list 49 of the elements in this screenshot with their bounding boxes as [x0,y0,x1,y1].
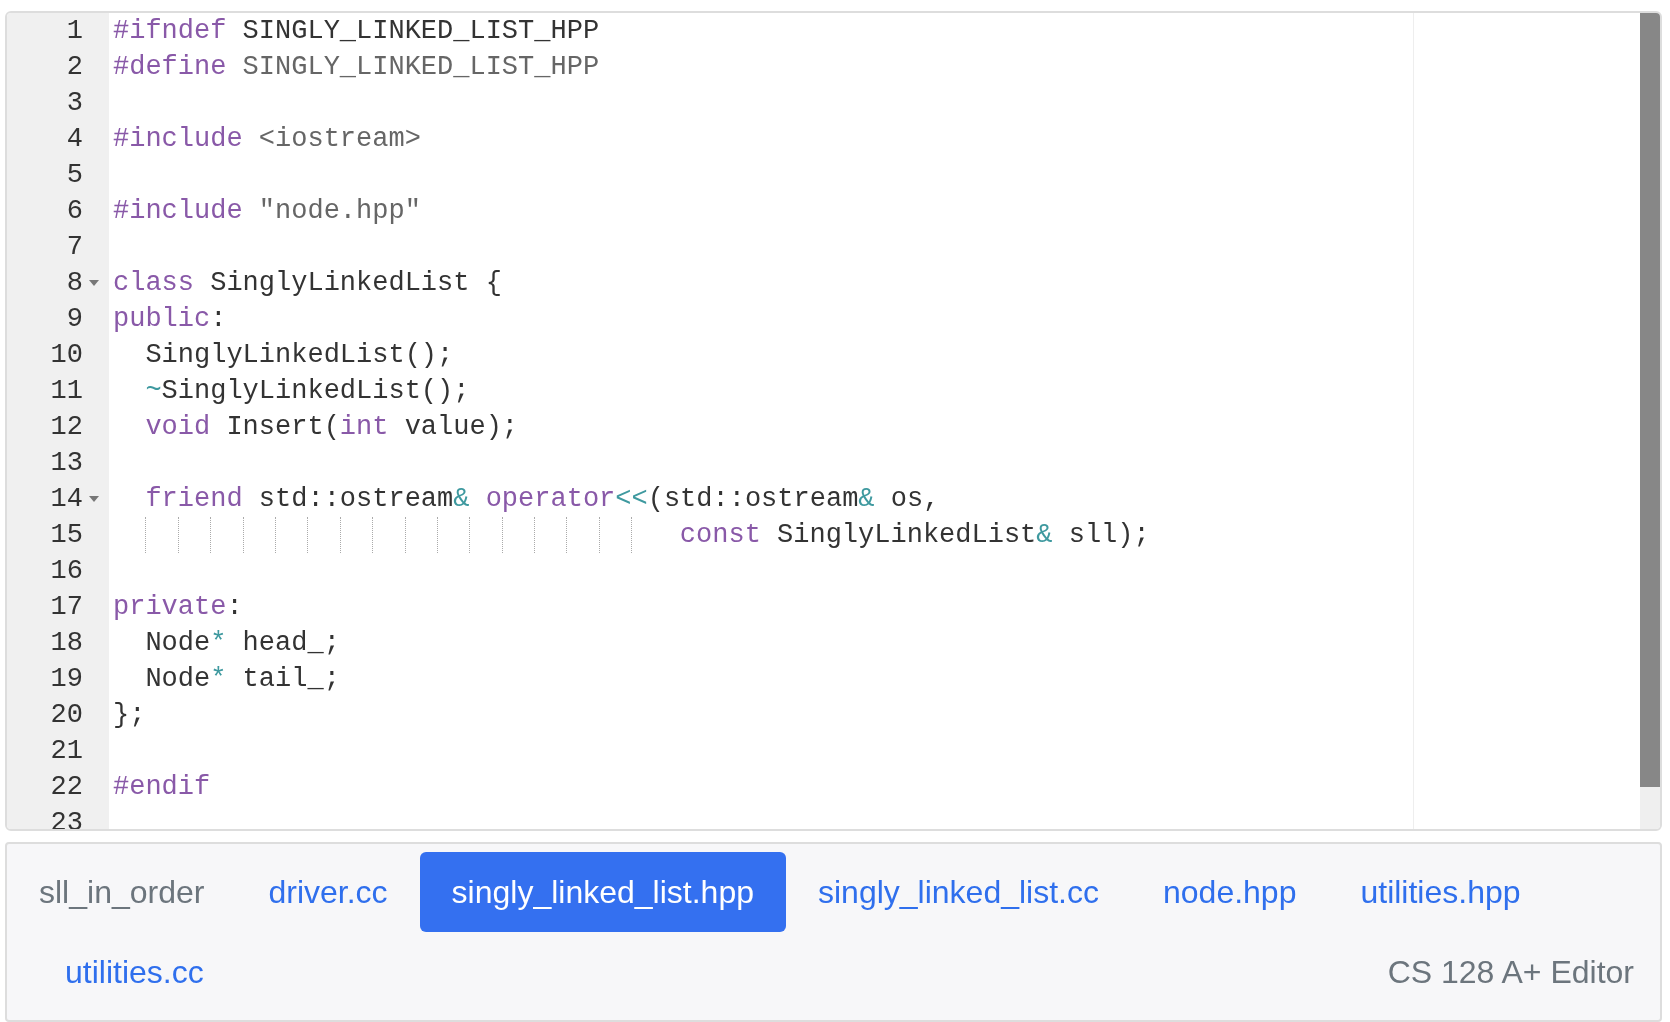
line-number: 14 [50,483,83,516]
file-tab[interactable]: singly_linked_list.cc [785,852,1131,932]
file-tab[interactable]: utilities.hpp [1328,852,1553,932]
line-number: 5 [66,159,83,192]
line-number: 19 [50,663,83,696]
line-number: 13 [50,447,83,480]
code-line: private: [112,591,243,624]
line-number: 17 [50,591,83,624]
line-number: 10 [50,339,83,372]
file-tab[interactable]: driver.cc [236,852,420,932]
code-line: friend std::ostream& operator<<(std::ostream& os, [144,483,940,516]
code-line: }; [112,699,146,732]
line-number: 9 [66,303,83,336]
code-line: void Insert(int value); [144,411,519,444]
code-line: class SinglyLinkedList { [112,267,502,300]
line-number: 21 [50,735,83,768]
line-number: 16 [50,555,83,588]
file-tab[interactable]: singly_linked_list.hpp [419,852,786,932]
line-number: 20 [50,699,83,732]
project-name: sll_in_order [38,873,206,912]
code-line: #ifndef SINGLY_LINKED_LIST_HPP [112,15,600,48]
line-number: 22 [50,771,83,804]
code-line: ~SinglyLinkedList(); [144,375,470,408]
code-line: public: [112,303,227,336]
code-line: SinglyLinkedList(); [144,339,454,372]
file-tab[interactable]: utilities.cc [33,932,236,1012]
line-number: 4 [66,123,83,156]
code-line: Node* tail_; [144,663,340,696]
line-number: 2 [66,51,83,84]
line-number: 3 [66,87,83,120]
fold-caret-icon[interactable] [87,279,101,287]
line-number: 7 [66,231,83,264]
code-line: #endif [112,771,211,804]
line-number: 12 [50,411,83,444]
code-line: const SinglyLinkedList& sll); [109,517,1150,553]
code-line: Node* head_; [144,627,340,660]
line-number: 1 [66,15,83,48]
line-number: 6 [66,195,83,228]
code-line: #include "node.hpp" [112,195,421,228]
line-number: 18 [50,627,83,660]
editor-title: CS 128 A+ Editor [1387,953,1634,992]
code-editor[interactable] [5,11,1662,831]
code-line: #define SINGLY_LINKED_LIST_HPP [112,51,600,84]
line-number: 11 [50,375,83,408]
line-number: 15 [50,519,83,552]
file-tab[interactable]: node.hpp [1131,852,1329,932]
code-line: #include <iostream> [112,123,421,156]
line-number: 8 [66,267,83,300]
fold-caret-icon[interactable] [87,495,101,503]
